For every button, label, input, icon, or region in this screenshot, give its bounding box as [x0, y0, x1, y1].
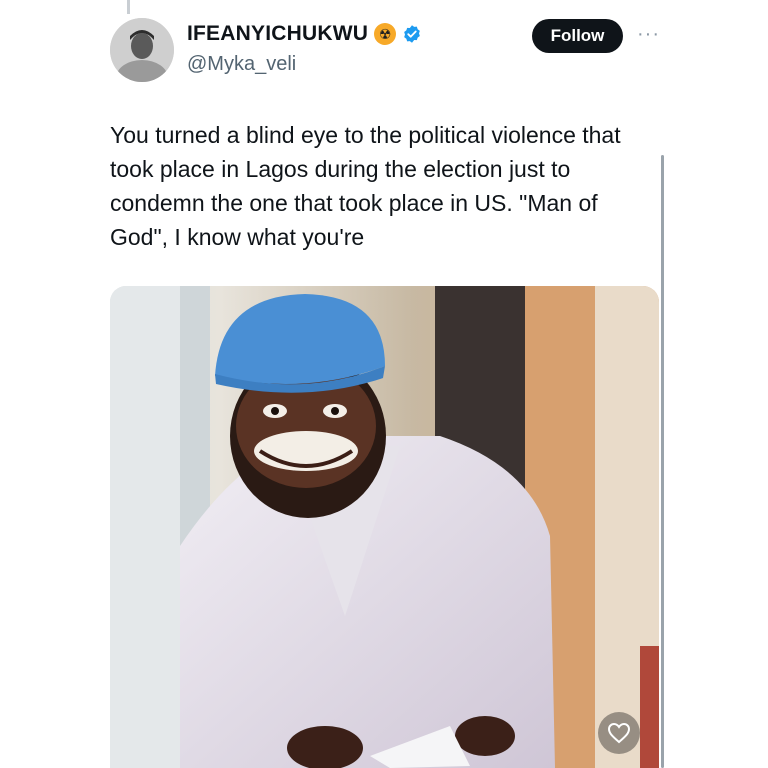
heart-icon[interactable]: [598, 712, 640, 754]
top-divider: [127, 0, 130, 14]
verified-badge-icon: [404, 25, 420, 43]
display-name[interactable]: IFEANYICHUKWU: [187, 22, 368, 46]
more-options-icon[interactable]: ···: [637, 23, 660, 46]
avatar[interactable]: [110, 18, 174, 82]
radioactive-emoji-icon: ☢: [374, 23, 397, 45]
follow-button[interactable]: Follow: [532, 19, 623, 53]
tweet-media-image[interactable]: [110, 286, 659, 768]
scrollbar[interactable]: [661, 155, 664, 768]
author-name-row: IFEANYICHUKWU ☢: [187, 22, 422, 46]
author-handle[interactable]: @Myka_veli: [187, 53, 296, 76]
tweet-text: You turned a blind eye to the political …: [110, 122, 621, 250]
